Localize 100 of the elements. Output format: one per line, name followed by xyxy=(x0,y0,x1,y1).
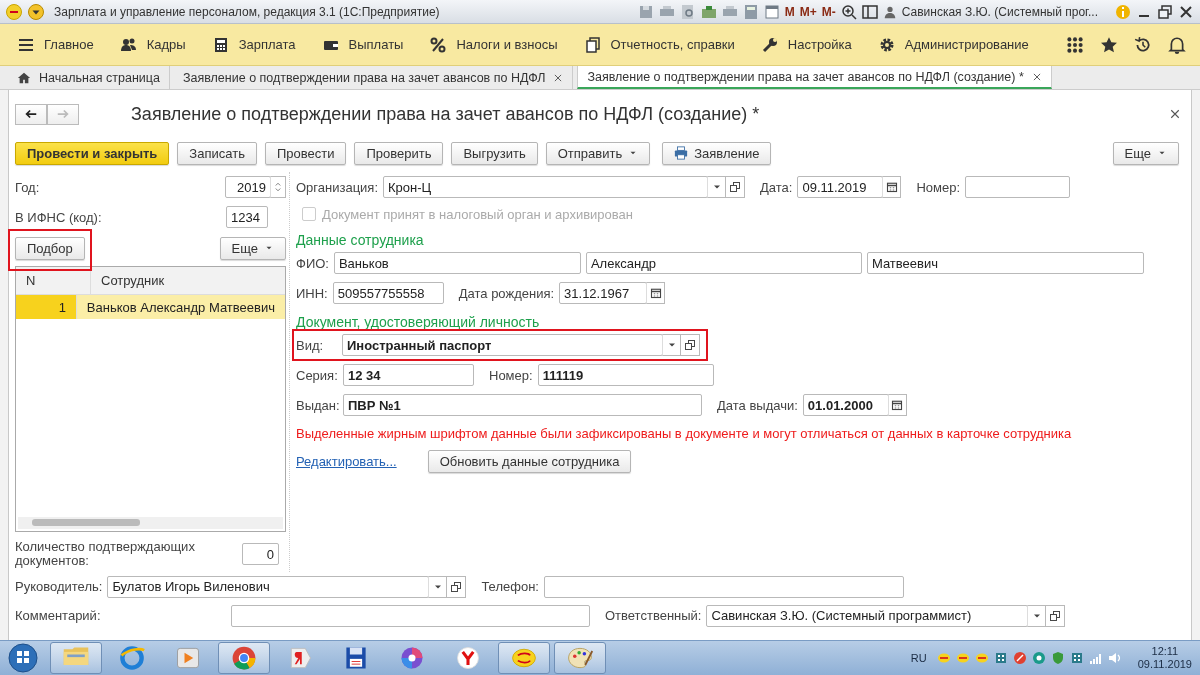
menu-item[interactable]: Главное xyxy=(18,36,94,53)
speaker-icon[interactable] xyxy=(1107,651,1122,665)
tray-icon[interactable] xyxy=(936,651,951,665)
input-field[interactable]: 09.11.2019 xyxy=(797,176,884,198)
field-label: Номер: xyxy=(489,367,533,383)
windows-orb-icon xyxy=(8,643,38,673)
field-label: Год: xyxy=(15,179,40,195)
memory-button[interactable]: M- xyxy=(821,4,836,19)
apps-icon[interactable] xyxy=(1066,35,1084,54)
toolbar-button[interactable]: Отправить xyxy=(545,141,651,165)
back-button[interactable] xyxy=(15,103,47,125)
input-field[interactable]: 509557755558 xyxy=(332,282,444,304)
user-icon xyxy=(882,4,897,19)
input-field[interactable]: Булатов Игорь Виленович xyxy=(107,575,430,598)
refresh-button[interactable]: Обновить данные сотрудника xyxy=(427,449,632,473)
close-icon[interactable] xyxy=(1169,108,1181,120)
input-field[interactable]: 12 34 xyxy=(343,364,474,386)
memory-button[interactable]: M+ xyxy=(799,4,817,19)
tray-icon[interactable] xyxy=(1012,651,1027,665)
toolbar-button[interactable]: Заявление xyxy=(662,141,772,165)
input-field[interactable]: 111119 xyxy=(537,364,714,386)
input-field[interactable] xyxy=(965,176,1071,198)
tray-icon[interactable] xyxy=(1069,651,1084,665)
input-field[interactable]: 31.12.1967 xyxy=(559,282,648,304)
save-icon[interactable] xyxy=(637,3,654,20)
calculator-icon[interactable] xyxy=(742,3,759,20)
edit-link[interactable]: Редактировать... xyxy=(296,453,397,469)
toolbar-button[interactable]: Провести xyxy=(264,141,347,165)
calendar-button[interactable] xyxy=(646,282,666,304)
close-icon[interactable] xyxy=(553,72,564,83)
tray-icon[interactable] xyxy=(1050,651,1065,665)
menu-item[interactable]: Настройка xyxy=(761,36,852,53)
column-header[interactable]: Сотрудник xyxy=(91,267,285,294)
input-field[interactable]: 1234 xyxy=(226,206,268,228)
more-button[interactable]: Еще xyxy=(219,236,286,260)
clock-date[interactable]: 09.11.2019 xyxy=(1137,658,1192,671)
menu-button-icon[interactable] xyxy=(28,3,44,20)
signal-icon[interactable] xyxy=(1088,651,1103,665)
wrench-icon xyxy=(761,36,778,53)
toolbar-button[interactable]: Проверить xyxy=(354,141,444,165)
table-row[interactable]: 1 Ваньков Александр Матвеевич xyxy=(16,295,285,319)
star-icon[interactable] xyxy=(1100,35,1118,54)
tab[interactable]: Заявление о подтверждении права на зачет авансов по НДФЛ (создание) * xyxy=(577,66,1052,89)
tray-icon[interactable] xyxy=(993,651,1008,665)
taskbar-button[interactable] xyxy=(554,642,606,674)
toolbar-button[interactable]: Выгрузить xyxy=(451,141,538,165)
pick-button[interactable]: Подбор xyxy=(15,236,85,260)
input-field[interactable]: Ваньков xyxy=(333,252,581,274)
input-field[interactable]: 01.01.2000 xyxy=(802,394,889,416)
column-header[interactable]: N xyxy=(16,267,91,294)
menu-item[interactable]: Выплаты xyxy=(322,36,404,53)
menu-item[interactable]: Зарплата xyxy=(212,36,296,53)
restore-icon[interactable] xyxy=(1157,3,1173,20)
toolbar-button[interactable]: Записать xyxy=(177,141,257,165)
close-icon[interactable] xyxy=(1031,71,1042,82)
tray-icon[interactable] xyxy=(955,651,970,665)
calendar-button[interactable] xyxy=(882,176,902,198)
menu-item[interactable]: Кадры xyxy=(120,36,186,53)
open-button[interactable] xyxy=(681,334,700,356)
field-label: Руководитель: xyxy=(15,579,103,594)
menu-item[interactable]: Администрирование xyxy=(878,36,1029,53)
scrollbar[interactable] xyxy=(18,517,283,529)
input-field[interactable]: Матвеевич xyxy=(866,252,1144,274)
close-icon[interactable] xyxy=(1178,3,1194,20)
open-button[interactable] xyxy=(1046,604,1066,627)
memory-button[interactable]: M xyxy=(784,4,795,19)
panel-icon[interactable] xyxy=(861,3,878,20)
open-button[interactable] xyxy=(447,575,467,598)
tab[interactable]: Начальная страница xyxy=(8,66,170,89)
input-field[interactable] xyxy=(543,575,904,598)
input-field[interactable]: 0 xyxy=(242,543,279,565)
input-field[interactable]: Савинская З.Ю. (Системный программист) xyxy=(706,604,1029,627)
calendar-icon[interactable] xyxy=(763,3,780,20)
calendar-button[interactable] xyxy=(887,394,907,416)
tab[interactable]: Заявление о подтверждении права на зачет авансов по НДФЛ xyxy=(173,66,574,89)
input-field[interactable]: Александр xyxy=(585,252,862,274)
field-label: Серия: xyxy=(296,367,338,383)
history-icon[interactable] xyxy=(1134,35,1152,54)
spin-button[interactable] xyxy=(270,176,286,198)
taskbar-button[interactable] xyxy=(218,642,270,674)
menu-item[interactable]: Налоги и взносы xyxy=(430,36,558,53)
open-icon xyxy=(729,181,742,193)
bell-icon[interactable] xyxy=(1168,35,1186,54)
clock-time[interactable]: 12:11 xyxy=(1151,645,1179,658)
language-indicator[interactable]: RU xyxy=(910,652,927,664)
input-field[interactable]: ПВР №1 xyxy=(343,394,702,416)
input-field[interactable]: Иностранный паспорт xyxy=(342,334,663,356)
more-button[interactable]: Еще xyxy=(1112,141,1179,165)
input-field[interactable]: 2019 xyxy=(225,176,271,198)
tray-icon[interactable] xyxy=(1031,651,1046,665)
zoom-icon[interactable] xyxy=(840,3,857,20)
toolbar-button[interactable]: Провести и закрыть xyxy=(15,141,170,165)
open-button[interactable] xyxy=(726,176,746,198)
user-name[interactable]: Савинская З.Ю. (Системный прог... xyxy=(901,4,1098,19)
menu-item[interactable]: Отчетность, справки xyxy=(584,36,735,53)
scrollbar-thumb[interactable] xyxy=(32,519,140,526)
input-field[interactable]: Крон-Ц xyxy=(383,176,709,198)
input-field[interactable] xyxy=(231,604,590,627)
gear-icon xyxy=(878,36,895,53)
tray-icon[interactable] xyxy=(974,651,989,665)
